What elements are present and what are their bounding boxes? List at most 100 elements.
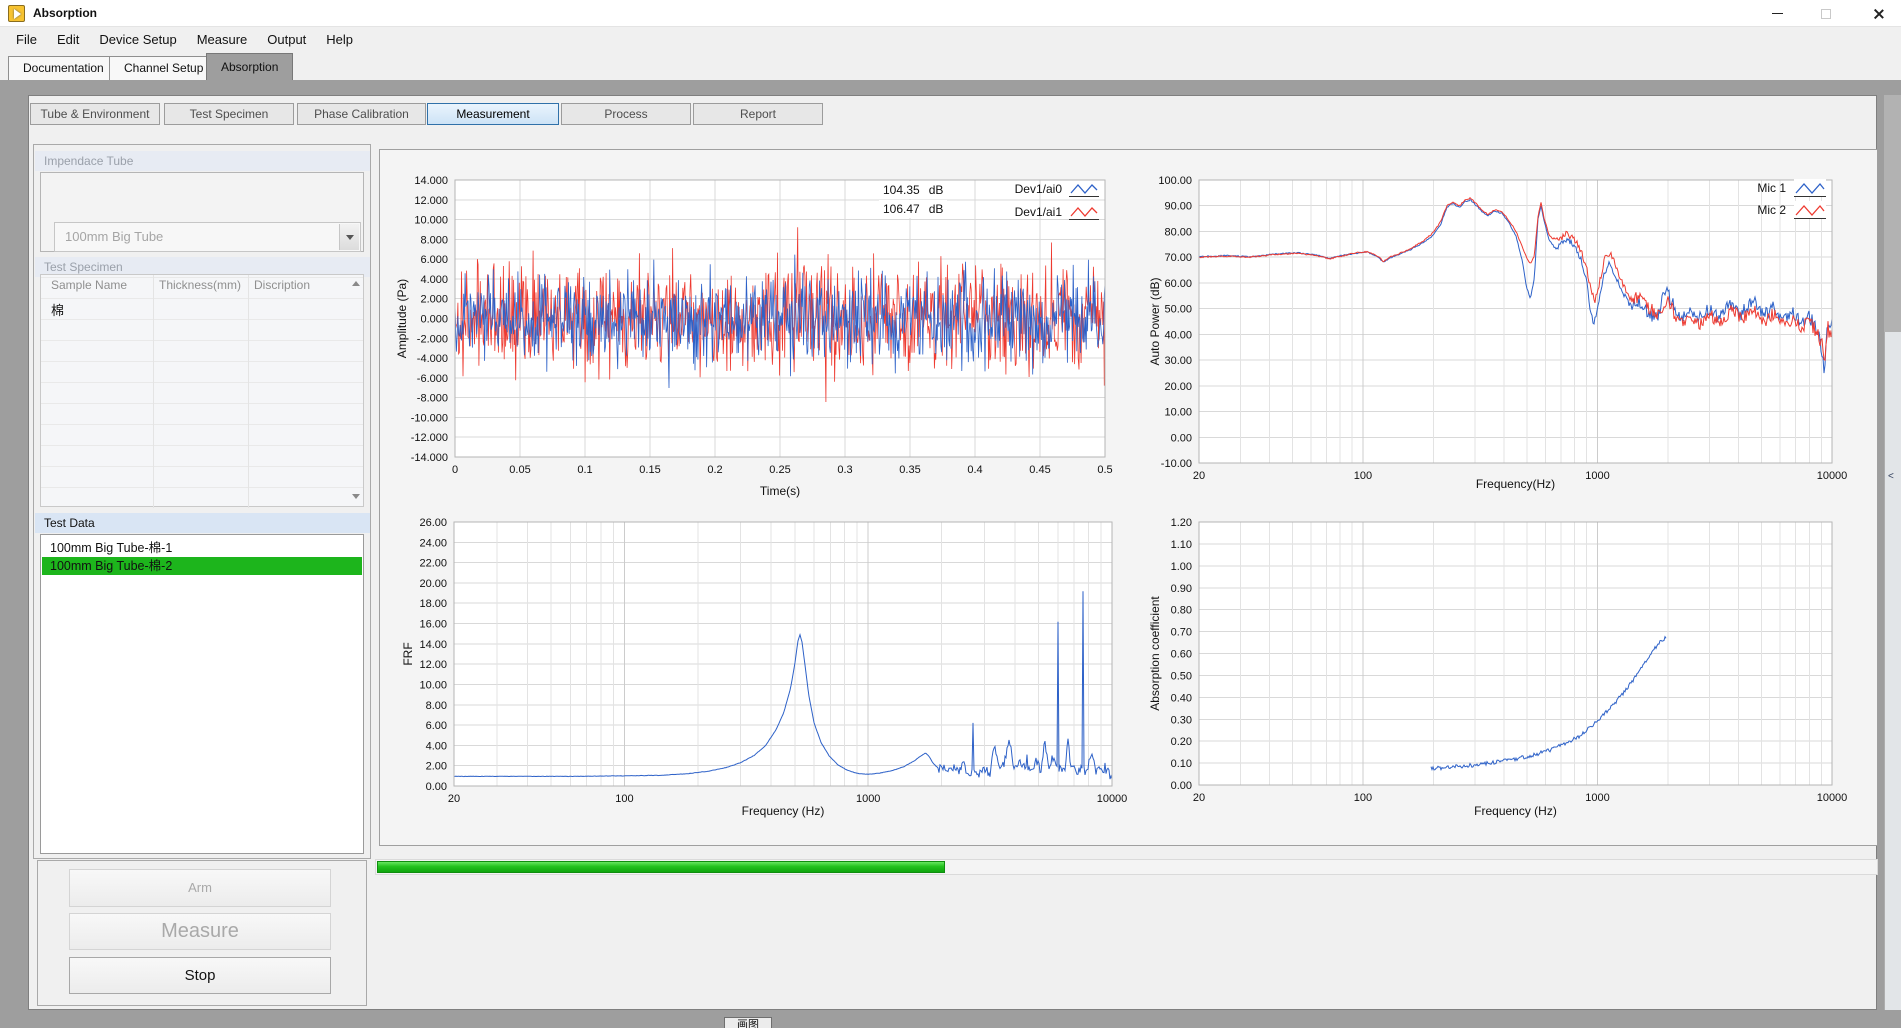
legend-line-icon[interactable] <box>1794 201 1826 219</box>
legend-label-mic1[interactable]: Mic 1 <box>1740 179 1786 197</box>
menu-device-setup[interactable]: Device Setup <box>90 29 185 50</box>
svg-text:20.00: 20.00 <box>1164 381 1192 393</box>
svg-text:0.10: 0.10 <box>1171 758 1192 770</box>
test-specimen-table[interactable]: Sample Name Thickness(mm) Discription 棉 <box>40 274 364 507</box>
x-axis-label: Frequency (Hz) <box>1474 804 1557 818</box>
subtab-report[interactable]: Report <box>693 103 823 125</box>
svg-text:0.2: 0.2 <box>707 464 722 476</box>
readout-value: 106.47 <box>883 200 920 218</box>
scroll-down-icon[interactable] <box>352 494 360 499</box>
close-button[interactable] <box>1856 0 1901 27</box>
legend-line-icon[interactable] <box>1069 204 1099 220</box>
svg-text:8.000: 8.000 <box>420 234 448 246</box>
subtab-process[interactable]: Process <box>561 103 691 125</box>
impedance-tube-dropdown[interactable]: 100mm Big Tube <box>54 222 361 252</box>
svg-text:0.00: 0.00 <box>426 781 447 793</box>
svg-text:50.00: 50.00 <box>1164 304 1192 316</box>
svg-text:18.00: 18.00 <box>419 598 447 610</box>
frf-chart-canvas: 0.002.004.006.008.0010.0012.0014.0016.00… <box>380 499 1129 847</box>
svg-text:0.45: 0.45 <box>1029 464 1050 476</box>
subtab-test-specimen[interactable]: Test Specimen <box>164 103 294 125</box>
svg-text:0.5: 0.5 <box>1097 464 1112 476</box>
subtab-tube-environment[interactable]: Tube & Environment <box>30 103 160 125</box>
svg-text:10.000: 10.000 <box>414 215 448 227</box>
svg-text:100.00: 100.00 <box>1158 175 1192 187</box>
level-readout-ai0: 104.35 dB <box>879 181 947 199</box>
chart-panel: -14.000-12.000-10.000-8.000-6.000-4.000-… <box>379 149 1878 846</box>
y-axis-label: Auto Power (dB) <box>1148 277 1162 365</box>
minimize-icon <box>1772 13 1783 14</box>
title-bar: Absorption <box>0 0 1901 27</box>
y-axis-label: Amplitude (Pa) <box>395 279 409 358</box>
subtab-phase-calibration[interactable]: Phase Calibration <box>297 103 426 125</box>
x-axis-label: Frequency(Hz) <box>1476 477 1555 491</box>
svg-text:100: 100 <box>1354 470 1372 482</box>
menu-output[interactable]: Output <box>258 29 315 50</box>
legend-label-dev1-ai0[interactable]: Dev1/ai0 <box>1000 180 1062 198</box>
svg-text:0.05: 0.05 <box>509 464 530 476</box>
sidebar: Impendace Tube 100mm Big Tube Test Speci… <box>33 144 371 859</box>
svg-text:14.000: 14.000 <box>414 175 448 187</box>
svg-text:0.1: 0.1 <box>577 464 592 476</box>
column-divider <box>153 275 154 508</box>
table-row[interactable]: 棉 <box>51 300 64 319</box>
minimize-button[interactable] <box>1755 0 1800 27</box>
impedance-tube-value: 100mm Big Tube <box>65 229 163 244</box>
arm-button[interactable]: Arm <box>69 869 331 907</box>
menu-file[interactable]: File <box>7 29 46 50</box>
legend-label-mic2[interactable]: Mic 2 <box>1740 201 1786 219</box>
tab-channel-setup[interactable]: Channel Setup <box>109 56 218 80</box>
svg-text:2.000: 2.000 <box>420 294 448 306</box>
svg-text:0.90: 0.90 <box>1171 583 1192 595</box>
progress-bar <box>375 859 1878 875</box>
legend-label-dev1-ai1[interactable]: Dev1/ai1 <box>1000 203 1062 221</box>
maximize-icon <box>1821 9 1831 19</box>
list-item-selected[interactable]: 100mm Big Tube-棉-2 <box>42 557 362 575</box>
tab-documentation[interactable]: Documentation <box>8 56 119 80</box>
svg-text:0.25: 0.25 <box>769 464 790 476</box>
plot-area <box>1199 180 1832 463</box>
readout-unit: dB <box>929 181 944 199</box>
legend-line-icon[interactable] <box>1069 181 1099 197</box>
svg-text:10000: 10000 <box>1817 792 1848 804</box>
side-splitter[interactable] <box>1884 332 1901 1010</box>
svg-text:16.00: 16.00 <box>419 619 447 631</box>
svg-text:1.10: 1.10 <box>1171 539 1192 551</box>
x-axis-label: Frequency (Hz) <box>742 804 825 818</box>
dropdown-arrow-button[interactable] <box>339 224 359 250</box>
svg-text:-8.000: -8.000 <box>417 393 448 405</box>
page-background: Tube & Environment Test Specimen Phase C… <box>0 80 1901 1028</box>
svg-text:0.000: 0.000 <box>420 314 448 326</box>
svg-text:-10.000: -10.000 <box>411 412 448 424</box>
svg-text:0.50: 0.50 <box>1171 670 1192 682</box>
svg-text:2.00: 2.00 <box>426 761 447 773</box>
svg-text:14.00: 14.00 <box>419 639 447 651</box>
svg-text:40.00: 40.00 <box>1164 329 1192 341</box>
scroll-up-icon[interactable] <box>352 281 360 286</box>
menu-help[interactable]: Help <box>317 29 362 50</box>
legend-line-icon[interactable] <box>1794 179 1826 197</box>
menu-edit[interactable]: Edit <box>48 29 88 50</box>
svg-text:8.00: 8.00 <box>426 700 447 712</box>
list-item[interactable]: 100mm Big Tube-棉-1 <box>42 539 362 557</box>
svg-text:0.00: 0.00 <box>1171 780 1192 792</box>
svg-text:1000: 1000 <box>1585 470 1609 482</box>
stop-button[interactable]: Stop <box>69 957 331 994</box>
svg-text:-14.000: -14.000 <box>411 452 448 464</box>
svg-text:1000: 1000 <box>856 793 880 805</box>
svg-text:-10.00: -10.00 <box>1161 458 1192 470</box>
collapse-left-icon[interactable]: < <box>1888 471 1898 483</box>
svg-text:24.00: 24.00 <box>419 537 447 549</box>
maximize-button[interactable] <box>1803 0 1848 27</box>
measure-button[interactable]: Measure <box>69 913 331 950</box>
svg-text:0.3: 0.3 <box>837 464 852 476</box>
subtab-measurement[interactable]: Measurement <box>427 103 559 125</box>
command-button-box: Arm Measure Stop <box>37 860 367 1006</box>
svg-text:-4.000: -4.000 <box>417 353 448 365</box>
menu-bar: File Edit Device Setup Measure Output He… <box>0 27 1901 52</box>
menu-measure[interactable]: Measure <box>188 29 257 50</box>
svg-text:10000: 10000 <box>1097 793 1128 805</box>
bottom-tab-draw[interactable]: 画图 <box>724 1017 772 1028</box>
tab-absorption[interactable]: Absorption <box>206 53 293 80</box>
svg-text:0.00: 0.00 <box>1171 432 1192 444</box>
